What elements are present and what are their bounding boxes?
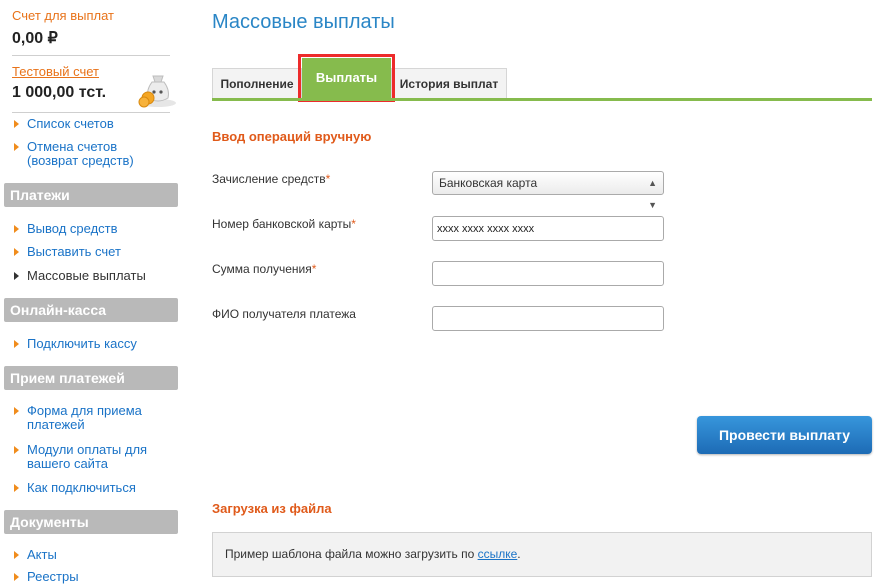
section-header-documents: Документы: [4, 510, 178, 534]
nav-label: Список счетов: [27, 116, 114, 131]
credit-method-select[interactable]: Банковская карта ▲ ▼: [432, 171, 664, 210]
nav-issue-invoice[interactable]: Выставить счет: [14, 245, 121, 259]
recipient-name-input[interactable]: [432, 306, 664, 331]
nav-payment-modules[interactable]: Модули оплаты для вашего сайта: [14, 443, 164, 471]
submit-payout-button[interactable]: Провести выплату: [697, 416, 872, 454]
nav-label: Выставить счет: [27, 244, 121, 259]
arrow-right-icon: [14, 484, 19, 492]
tab-history[interactable]: История выплат: [391, 68, 507, 98]
nav-withdraw[interactable]: Вывод средств: [14, 222, 118, 236]
arrow-right-icon: [14, 340, 19, 348]
required-mark: *: [311, 262, 317, 276]
arrow-right-icon: [14, 446, 19, 454]
required-mark: *: [351, 217, 356, 231]
divider: [12, 55, 170, 56]
recipient-name-label: ФИО получателя платежа: [212, 307, 356, 321]
select-value: Банковская карта: [439, 176, 538, 190]
amount-label: Сумма получения*: [212, 262, 316, 276]
page-title: Массовые выплаты: [212, 11, 395, 33]
arrow-right-icon: [14, 407, 19, 415]
nav-payment-form[interactable]: Форма для приема платежей: [14, 404, 164, 432]
test-account-link[interactable]: Тестовый счет: [12, 64, 99, 79]
nav-cancel-accounts[interactable]: Отмена счетов (возврат средств): [14, 140, 164, 168]
nav-label: Вывод средств: [27, 221, 118, 236]
file-template-box: Пример шаблона файла можно загрузить по …: [212, 532, 872, 577]
nav-acts[interactable]: Акты: [14, 548, 57, 562]
label-text: Номер банковской карты: [212, 217, 352, 231]
nav-label: Акты: [27, 547, 57, 562]
arrow-right-icon: [14, 551, 19, 559]
section-header-payments: Платежи: [4, 183, 178, 207]
nav-label: Модули оплаты для вашего сайта: [27, 442, 148, 471]
card-number-input[interactable]: [432, 216, 664, 241]
nav-mass-payouts[interactable]: Массовые выплаты: [14, 269, 146, 283]
arrow-right-icon: [14, 225, 19, 233]
payout-account-label: Счет для выплат: [12, 8, 114, 23]
test-account-amount: 1 000,00 тст.: [12, 84, 107, 101]
nav-label: Отмена счетов (возврат средств): [27, 139, 134, 168]
template-download-link[interactable]: ссылке: [478, 547, 518, 561]
tab-underline: [212, 98, 872, 101]
select-caret-icon: ▲ ▼: [648, 178, 657, 210]
amount-input[interactable]: [432, 261, 664, 286]
tab-top-up[interactable]: Пополнение: [212, 68, 302, 98]
sidebar: Счет для выплат 0,00 ₽ Тестовый счет 1 0…: [0, 0, 180, 585]
file-hint-end: .: [517, 547, 521, 561]
nav-label: Реестры: [27, 569, 79, 584]
arrow-right-icon: [14, 120, 19, 128]
label-text: Зачисление средств: [212, 172, 326, 186]
nav-how-to-connect[interactable]: Как подключиться: [14, 481, 136, 495]
arrow-right-icon: [14, 573, 19, 581]
credit-method-label: Зачисление средств*: [212, 172, 330, 186]
nav-label: Форма для приема платежей: [27, 403, 142, 432]
label-text: Сумма получения: [212, 262, 312, 276]
nav-label: Подключить кассу: [27, 336, 137, 351]
file-hint-text: Пример шаблона файла можно загрузить по: [225, 547, 478, 561]
manual-section-title: Ввод операций вручную: [212, 129, 372, 144]
nav-connect-kassa[interactable]: Подключить кассу: [14, 337, 137, 351]
card-number-label: Номер банковской карты*: [212, 217, 356, 231]
payout-account-amount: 0,00 ₽: [12, 30, 58, 47]
nav-accounts-list[interactable]: Список счетов: [14, 117, 114, 131]
tab-payouts[interactable]: Выплаты: [298, 54, 395, 102]
file-section-title: Загрузка из файла: [212, 501, 332, 516]
section-header-accept-payments: Прием платежей: [4, 366, 178, 390]
arrow-right-icon: [14, 248, 19, 256]
divider: [12, 112, 170, 113]
nav-label: Как подключиться: [27, 480, 136, 495]
nav-label: Массовые выплаты: [27, 268, 146, 283]
money-bag-icon: [138, 75, 176, 108]
section-header-online-kassa: Онлайн-касса: [4, 298, 178, 322]
required-mark: *: [325, 172, 331, 186]
nav-registers[interactable]: Реестры: [14, 570, 79, 584]
arrow-right-icon: [14, 272, 19, 280]
arrow-right-icon: [14, 143, 19, 151]
